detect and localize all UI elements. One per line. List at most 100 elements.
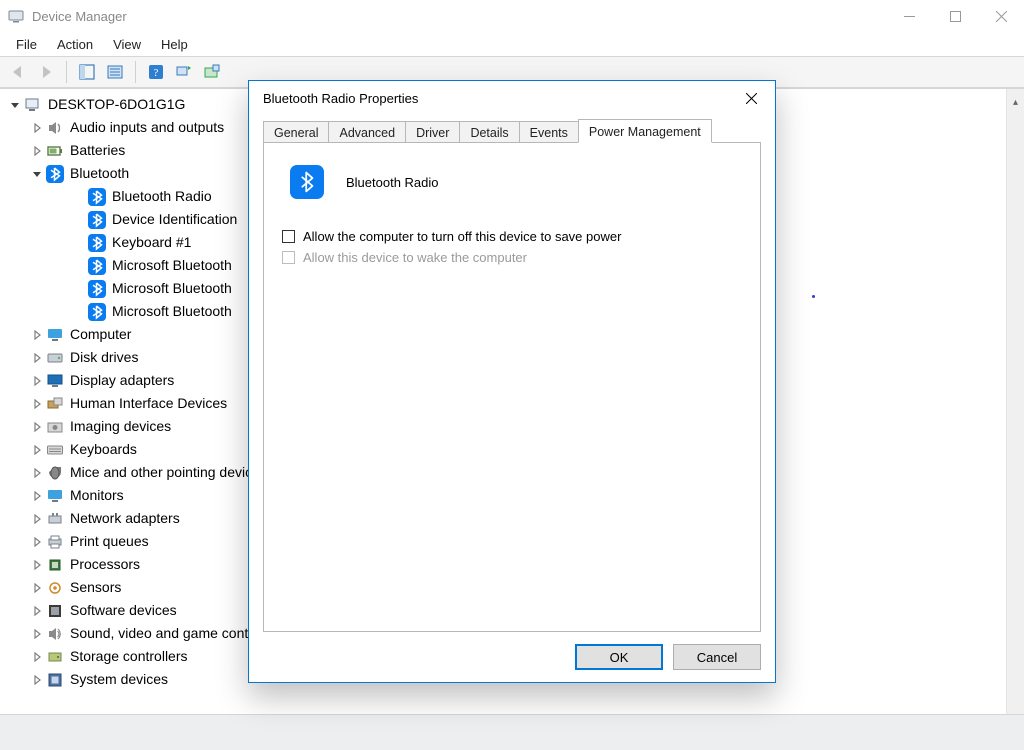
toolbar-help-button[interactable]: ? [144, 60, 168, 84]
cpu-icon [46, 556, 64, 574]
tab-advanced[interactable]: Advanced [328, 121, 406, 143]
disk-icon [46, 349, 64, 367]
tree-item-label: Keyboards [70, 438, 137, 461]
monitor-icon [46, 487, 64, 505]
printer-icon [46, 533, 64, 551]
system-icon [46, 671, 64, 689]
dialog-close-button[interactable] [729, 83, 773, 113]
monitor-icon [46, 326, 64, 344]
tree-item-label: Network adapters [70, 507, 180, 530]
tree-item-label: Microsoft Bluetooth [112, 254, 232, 277]
keyboard-icon [46, 441, 64, 459]
device-name-label: Bluetooth Radio [346, 175, 439, 190]
expander-closed-icon[interactable] [30, 558, 44, 572]
close-button[interactable] [978, 0, 1024, 32]
device-manager-icon [8, 8, 24, 24]
computer-root-icon [24, 96, 42, 114]
bluetooth-icon [290, 165, 324, 199]
maximize-button[interactable] [932, 0, 978, 32]
option-allow-turn-off[interactable]: Allow the computer to turn off this devi… [282, 229, 742, 244]
expander-closed-icon[interactable] [30, 420, 44, 434]
checkbox-icon [282, 251, 295, 264]
expander-closed-icon[interactable] [30, 581, 44, 595]
expander-closed-icon[interactable] [30, 673, 44, 687]
dialog-title: Bluetooth Radio Properties [263, 91, 729, 106]
expander-closed-icon[interactable] [30, 443, 44, 457]
tree-item-label: Processors [70, 553, 140, 576]
option-label: Allow this device to wake the computer [303, 250, 527, 265]
tab-panel-power-management: Bluetooth Radio Allow the computer to tu… [263, 142, 761, 632]
toolbar-scan-button[interactable] [172, 60, 196, 84]
sensor-icon [46, 579, 64, 597]
tree-scrollbar[interactable]: ▴ [1006, 89, 1024, 714]
menu-file[interactable]: File [6, 35, 47, 54]
toolbar-separator [135, 61, 136, 83]
window-title: Device Manager [32, 9, 127, 24]
window-titlebar: Device Manager [0, 0, 1024, 32]
toolbar-forward-button [34, 60, 58, 84]
cancel-button[interactable]: Cancel [673, 644, 761, 670]
tree-item-label: Bluetooth Radio [112, 185, 212, 208]
toolbar-update-driver-button[interactable] [200, 60, 224, 84]
expander-closed-icon[interactable] [30, 466, 44, 480]
tree-item-label: DESKTOP-6DO1G1G [48, 93, 185, 116]
expander-closed-icon[interactable] [30, 512, 44, 526]
display-icon [46, 372, 64, 390]
sound-icon [46, 625, 64, 643]
bt-icon [88, 188, 106, 206]
tree-item-label: Keyboard #1 [112, 231, 191, 254]
properties-dialog: Bluetooth Radio Properties General Advan… [248, 80, 776, 683]
expander-closed-icon[interactable] [30, 144, 44, 158]
expander-closed-icon[interactable] [30, 121, 44, 135]
expander-closed-icon[interactable] [30, 604, 44, 618]
mouse-icon [46, 464, 64, 482]
tree-item-label: Microsoft Bluetooth [112, 300, 232, 323]
tree-item-label: Disk drives [70, 346, 138, 369]
menu-view[interactable]: View [103, 35, 151, 54]
expander-closed-icon[interactable] [30, 650, 44, 664]
network-icon [46, 510, 64, 528]
tree-item-label: Batteries [70, 139, 125, 162]
menu-help[interactable]: Help [151, 35, 198, 54]
tree-item-label: System devices [70, 668, 168, 691]
bt-icon [88, 257, 106, 275]
storage-icon [46, 648, 64, 666]
bt-icon [88, 234, 106, 252]
scroll-up-icon[interactable]: ▴ [1013, 91, 1018, 114]
option-allow-wake: Allow this device to wake the computer [282, 250, 742, 265]
tree-item-label: Computer [70, 323, 131, 346]
expander-closed-icon[interactable] [30, 328, 44, 342]
option-label: Allow the computer to turn off this devi… [303, 229, 621, 244]
expander-closed-icon[interactable] [30, 535, 44, 549]
bt-icon [88, 280, 106, 298]
expander-open-icon[interactable] [30, 167, 44, 181]
checkbox-icon[interactable] [282, 230, 295, 243]
expander-closed-icon[interactable] [30, 627, 44, 641]
tree-item-label: Human Interface Devices [70, 392, 227, 415]
expander-open-icon[interactable] [8, 98, 22, 112]
menu-action[interactable]: Action [47, 35, 103, 54]
tab-details[interactable]: Details [459, 121, 519, 143]
expander-closed-icon[interactable] [30, 351, 44, 365]
minimize-button[interactable] [886, 0, 932, 32]
hid-icon [46, 395, 64, 413]
tab-driver[interactable]: Driver [405, 121, 460, 143]
tree-item-label: Imaging devices [70, 415, 171, 438]
tree-item-label: Storage controllers [70, 645, 188, 668]
ok-button[interactable]: OK [575, 644, 663, 670]
toolbar-show-hide-button[interactable] [75, 60, 99, 84]
tab-general[interactable]: General [263, 121, 329, 143]
software-icon [46, 602, 64, 620]
tree-item-label: Audio inputs and outputs [70, 116, 224, 139]
dialog-titlebar[interactable]: Bluetooth Radio Properties [249, 81, 775, 115]
expander-closed-icon[interactable] [30, 489, 44, 503]
toolbar-properties-button[interactable] [103, 60, 127, 84]
expander-closed-icon[interactable] [30, 374, 44, 388]
tab-events[interactable]: Events [519, 121, 579, 143]
expander-closed-icon[interactable] [30, 397, 44, 411]
tree-item-label: Software devices [70, 599, 177, 622]
speaker-icon [46, 119, 64, 137]
tab-power-management[interactable]: Power Management [578, 119, 712, 143]
bt-icon [88, 211, 106, 229]
tree-item-label: Display adapters [70, 369, 174, 392]
